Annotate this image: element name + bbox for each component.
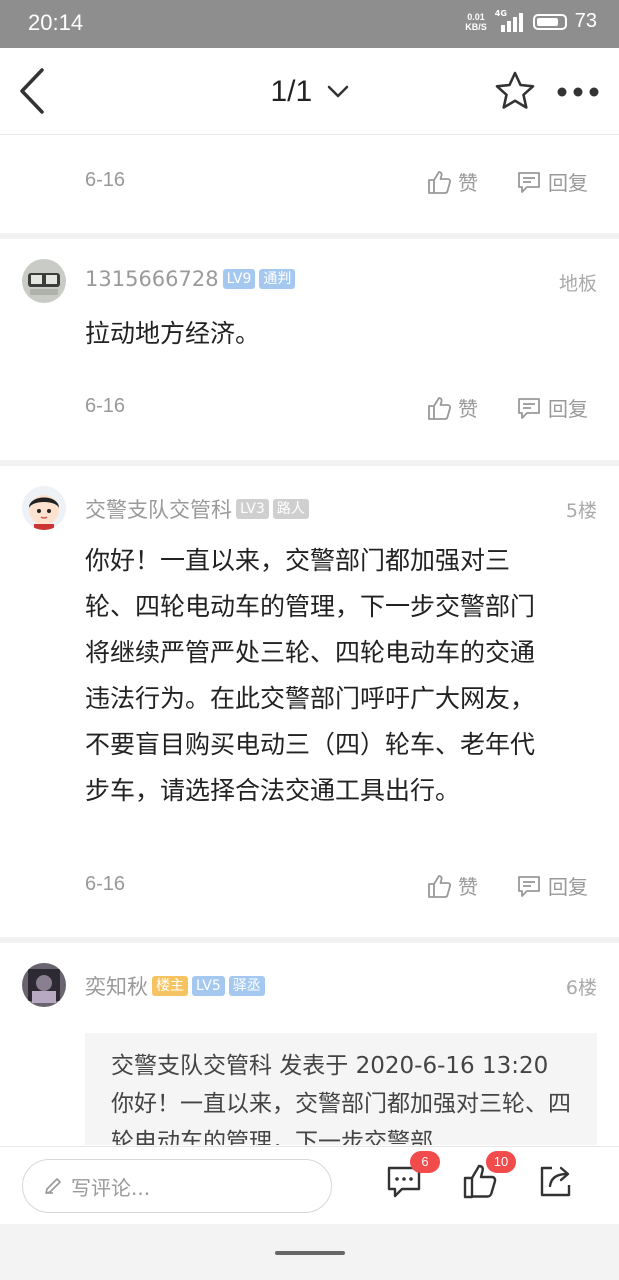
share-button[interactable]: [538, 1163, 578, 1203]
chevron-down-icon: [327, 85, 348, 98]
comment-date: 6-16: [85, 169, 126, 191]
comment-item: 1315666728 LV9 通判 地板 拉动地方经济。 6-16 赞 回复: [0, 239, 619, 460]
quoted-comment[interactable]: 交警支队交管科 发表于 2020-6-16 13:20你好！一直以来，交警部门都…: [85, 1033, 597, 1145]
system-nav-bar: [0, 1224, 619, 1280]
bottom-action-bar: 写评论... 6 10: [0, 1146, 619, 1225]
username: 1315666728: [85, 267, 219, 291]
reply-button[interactable]: 回复: [516, 871, 588, 900]
comment-input[interactable]: 写评论...: [22, 1159, 332, 1213]
comment-text: 你好！一直以来，交警部门都加强对三轮、四轮电动车的管理，下一步交警部门将继续严管…: [85, 546, 536, 805]
battery-icon: [532, 13, 567, 30]
like-label: 赞: [458, 397, 478, 421]
like-label: 赞: [458, 875, 478, 899]
thumbs-up-icon: [428, 874, 452, 898]
home-indicator[interactable]: [275, 1251, 345, 1255]
star-icon: [495, 71, 535, 109]
comment-item: 6-16 赞 回复: [0, 135, 619, 233]
top-nav: 1/1: [0, 48, 619, 135]
avatar[interactable]: [22, 486, 66, 530]
status-bar: 20:14 0.01 KB/S 4G 73: [0, 0, 619, 48]
username: 奕知秋: [85, 975, 148, 999]
comment-placeholder: 写评论...: [71, 1175, 151, 1200]
avatar[interactable]: [22, 259, 66, 303]
like-button[interactable]: 赞: [426, 167, 478, 196]
comment-icon: [518, 875, 540, 897]
comment-date: 6-16: [85, 395, 126, 417]
reply-label: 回复: [548, 171, 588, 195]
status-indicators: 0.01 KB/S 4G 73: [465, 9, 597, 33]
battery-level: 73: [574, 10, 597, 32]
comments-button[interactable]: 6: [386, 1151, 440, 1203]
like-post-button[interactable]: 10: [462, 1151, 516, 1203]
comment-author[interactable]: 奕知秋 楼主 LV5 驿丞: [85, 971, 265, 1001]
owner-badge: 楼主: [152, 976, 188, 996]
comment-icon: [518, 397, 540, 419]
comment-author[interactable]: 1315666728 LV9 通判: [85, 267, 296, 291]
status-time: 20:14: [28, 10, 84, 35]
level-badge: LV3: [236, 499, 269, 519]
comment-author[interactable]: 交警支队交管科 LV3 路人: [85, 494, 309, 524]
comment-list: 6-16 赞 回复 1315666728 LV9 通判 地板 拉动地方经济。 6…: [0, 135, 619, 1145]
reply-button[interactable]: 回复: [516, 393, 588, 422]
title-badge: 路人: [272, 499, 309, 519]
reply-button[interactable]: 回复: [516, 167, 588, 196]
like-button[interactable]: 赞: [426, 393, 478, 422]
comment-date: 6-16: [85, 873, 126, 895]
network-speed-unit: KB/S: [465, 21, 487, 32]
level-badge: LV9: [222, 269, 256, 289]
like-button[interactable]: 赞: [426, 871, 478, 900]
comment-item: 奕知秋 楼主 LV5 驿丞 6楼 交警支队交管科 发表于 2020-6-16 1…: [0, 943, 619, 1145]
page-indicator: 1/1: [270, 75, 313, 109]
more-button[interactable]: [556, 84, 600, 98]
avatar[interactable]: [22, 963, 66, 1007]
pencil-icon: [45, 1178, 61, 1194]
like-label: 赞: [458, 171, 478, 195]
network-speed-value: 0.01: [467, 11, 485, 22]
share-icon: [540, 1166, 571, 1197]
comment-icon: [518, 171, 540, 193]
signal-icon: 4G: [495, 9, 525, 33]
level-badge: LV5: [192, 976, 225, 996]
comment-text: 拉动地方经济。: [85, 319, 261, 348]
comment-item: 交警支队交管科 LV3 路人 5楼 你好！一直以来，交警部门都加强对三轮、四轮电…: [0, 466, 619, 937]
thumbs-up-icon: [428, 396, 452, 420]
title-badge: 通判: [259, 269, 296, 289]
thumbs-up-icon: [428, 170, 452, 194]
floor-label: 地板: [558, 273, 597, 295]
comment-count-badge: 6: [410, 1151, 440, 1173]
network-speed: 0.01 KB/S: [465, 12, 487, 32]
reply-label: 回复: [548, 397, 588, 421]
more-dots-icon: [557, 87, 599, 97]
like-count-badge: 10: [486, 1151, 516, 1173]
favorite-button[interactable]: [494, 70, 536, 112]
floor-label: 5楼: [565, 500, 597, 522]
username: 交警支队交管科: [85, 498, 232, 522]
floor-label: 6楼: [565, 977, 597, 999]
reply-label: 回复: [548, 875, 588, 899]
title-badge: 驿丞: [228, 976, 265, 996]
